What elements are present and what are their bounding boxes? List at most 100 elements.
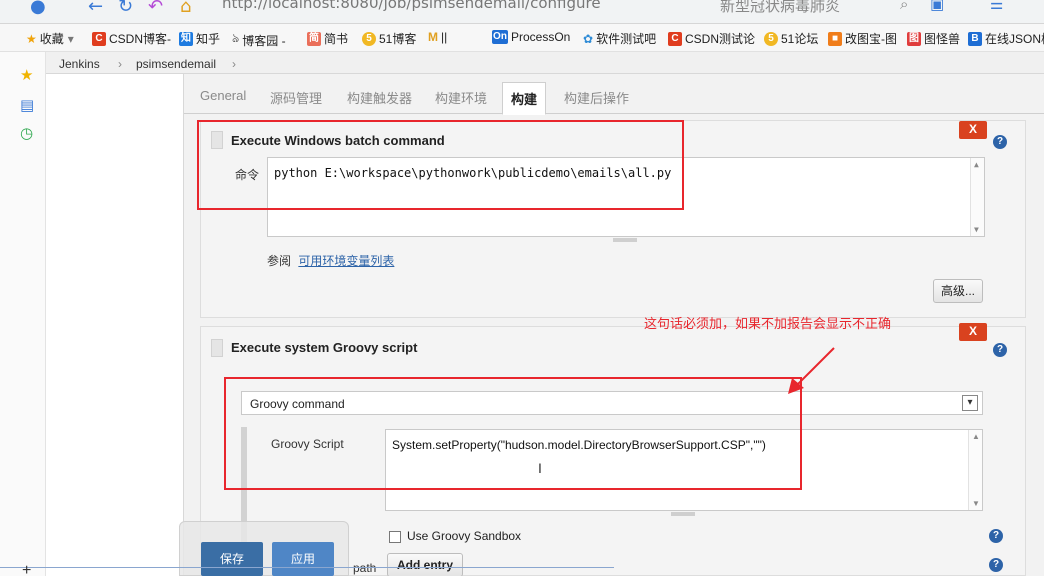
bookmark-cnblogs[interactable]: ঌ 博客园 - bbox=[232, 30, 286, 50]
browser-sidebar: ★ ▤ ◷ bbox=[0, 52, 46, 576]
back-icon[interactable]: ← bbox=[88, 0, 103, 17]
config-tabs: General 源码管理 构建触发器 构建环境 构建 构建后操作 bbox=[184, 80, 1044, 115]
chevron-down-icon: ▾ bbox=[67, 31, 74, 46]
plus-icon[interactable]: + bbox=[22, 562, 31, 576]
tab-environment[interactable]: 构建环境 bbox=[435, 88, 487, 107]
see-also-prefix: 参阅 bbox=[267, 254, 292, 268]
scroll-down-icon[interactable]: ▼ bbox=[974, 225, 979, 234]
bookmark-label: 博客园 - bbox=[242, 33, 286, 48]
csdn-icon: C bbox=[92, 31, 106, 46]
reading-list-icon[interactable]: ▤ bbox=[20, 96, 34, 114]
breadcrumb-separator: › bbox=[232, 57, 236, 71]
star-icon: ★ bbox=[26, 31, 37, 46]
jianshu-icon: 简 bbox=[307, 31, 321, 46]
refresh-icon[interactable]: ↻ bbox=[118, 0, 133, 17]
highlight-box-batch bbox=[197, 120, 684, 210]
extension-icon[interactable]: ▣ bbox=[930, 0, 944, 13]
bookmark-label: || bbox=[441, 30, 448, 44]
bookmark-label: 知乎 bbox=[196, 32, 221, 46]
m-icon: M bbox=[428, 30, 438, 44]
resize-grip[interactable] bbox=[671, 512, 695, 516]
address-bar[interactable]: http://localhost:8080/job/psimsendemail/… bbox=[222, 0, 601, 12]
scroll-up-icon[interactable]: ▲ bbox=[972, 432, 980, 441]
drag-handle[interactable] bbox=[211, 339, 223, 357]
browser-toolbar: ● ← ↻ ↶ ⌂ http://localhost:8080/job/psim… bbox=[0, 0, 1044, 24]
bookmark-csdn[interactable]: C CSDN博客- bbox=[92, 30, 171, 47]
tuguaishou-icon: 图 bbox=[907, 31, 921, 46]
home-icon[interactable]: ⌂ bbox=[180, 0, 191, 17]
bookmark-csdn-test[interactable]: C CSDN测试论 bbox=[668, 30, 755, 47]
scroll-down-icon[interactable]: ▼ bbox=[972, 499, 980, 508]
sandbox-checkbox[interactable] bbox=[389, 531, 401, 543]
bookmark-testba[interactable]: ✿ 软件测试吧 bbox=[583, 30, 656, 47]
csdn-icon: C bbox=[668, 31, 682, 46]
bookmark-51blog[interactable]: 5 51博客 bbox=[362, 30, 416, 47]
bookmark-gaitubao[interactable]: ■ 改图宝-图 bbox=[828, 30, 897, 47]
delete-step-button[interactable]: X bbox=[959, 121, 987, 139]
textarea-scrollbar[interactable]: ▲ ▼ bbox=[970, 158, 984, 236]
search-icon[interactable]: ⌕ bbox=[900, 0, 908, 13]
tab-triggers[interactable]: 构建触发器 bbox=[347, 88, 412, 107]
cnblogs-icon: ঌ bbox=[232, 31, 240, 45]
chevron-down-icon[interactable]: ▾ bbox=[962, 395, 978, 411]
breadcrumb-jenkins[interactable]: Jenkins bbox=[59, 57, 100, 71]
tools-icon[interactable]: ☰ bbox=[990, 0, 1003, 13]
bookmark-51forum[interactable]: 5 51论坛 bbox=[764, 30, 818, 47]
zhihu-icon: 知 bbox=[179, 31, 193, 46]
search-box[interactable]: 新型冠状病毒肺炎 bbox=[720, 0, 840, 16]
breadcrumb-job[interactable]: psimsendemail bbox=[136, 57, 216, 71]
bookmark-label: 51论坛 bbox=[781, 32, 819, 46]
sandbox-label: Use Groovy Sandbox bbox=[407, 529, 522, 543]
flower-icon: ✿ bbox=[583, 31, 594, 46]
breadcrumb: Jenkins › psimsendemail › bbox=[46, 52, 1044, 74]
bookmark-label: 在线JSON校 bbox=[985, 32, 1044, 46]
advanced-button[interactable]: 高级... bbox=[933, 279, 983, 303]
highlight-box-groovy bbox=[224, 377, 802, 490]
textarea-scrollbar[interactable]: ▲ ▼ bbox=[968, 430, 982, 510]
annotation-arrow-icon bbox=[788, 347, 835, 394]
classpath-label: path bbox=[353, 561, 377, 575]
processon-icon: On bbox=[492, 30, 508, 44]
bookmark-label: ProcessOn bbox=[511, 30, 571, 44]
bookmark-zhihu[interactable]: 知 知乎 bbox=[179, 30, 220, 47]
bookmark-label: 软件测试吧 bbox=[596, 32, 657, 46]
apply-button[interactable]: 应用 bbox=[272, 542, 334, 576]
favorites-star-icon[interactable]: ★ bbox=[20, 66, 33, 84]
bookmark-favorites[interactable]: ★ 收藏 ▾ bbox=[26, 30, 74, 47]
help-icon[interactable]: ? bbox=[993, 343, 1007, 357]
see-also-text: 参阅 可用环境变量列表 bbox=[267, 252, 394, 269]
bookmark-label: 图怪兽 bbox=[924, 32, 961, 46]
json-icon: B bbox=[968, 31, 982, 46]
bookmark-processon[interactable]: On ProcessOn bbox=[492, 30, 570, 44]
tab-scm[interactable]: 源码管理 bbox=[270, 88, 322, 107]
bookmark-m[interactable]: M || bbox=[428, 30, 447, 44]
bookmark-label: CSDN测试论 bbox=[685, 32, 756, 46]
browser-logo-icon[interactable]: ● bbox=[30, 0, 46, 17]
tab-general[interactable]: General bbox=[200, 88, 246, 103]
env-vars-link[interactable]: 可用环境变量列表 bbox=[298, 254, 394, 268]
delete-step-button[interactable]: X bbox=[959, 323, 987, 341]
step-title: Execute system Groovy script bbox=[231, 340, 418, 355]
undo-icon[interactable]: ↶ bbox=[148, 0, 163, 17]
help-icon[interactable]: ? bbox=[993, 135, 1007, 149]
bookmark-json[interactable]: B 在线JSON校 bbox=[968, 30, 1044, 47]
tab-post-build[interactable]: 构建后操作 bbox=[564, 88, 629, 107]
breadcrumb-separator: › bbox=[118, 57, 122, 71]
help-icon[interactable]: ? bbox=[989, 529, 1003, 543]
save-button[interactable]: 保存 bbox=[201, 542, 263, 576]
help-icon[interactable]: ? bbox=[989, 558, 1003, 572]
bookmark-label: 简书 bbox=[324, 32, 349, 46]
bookmark-tuguaishou[interactable]: 图 图怪兽 bbox=[907, 30, 960, 47]
51-icon: 5 bbox=[764, 31, 778, 46]
resize-grip[interactable] bbox=[613, 238, 637, 242]
divider-line bbox=[0, 567, 614, 568]
tab-build[interactable]: 构建 bbox=[502, 82, 547, 115]
history-clock-icon[interactable]: ◷ bbox=[20, 124, 33, 142]
add-entry-button[interactable]: Add entry bbox=[387, 553, 463, 576]
51cto-icon: 5 bbox=[362, 31, 376, 46]
bookmark-jianshu[interactable]: 简 简书 bbox=[307, 30, 348, 47]
bookmarks-bar: ★ 收藏 ▾ C CSDN博客- 知 知乎 ঌ 博客园 - 简 简书 5 51博… bbox=[0, 24, 1044, 52]
bookmark-label: 改图宝-图 bbox=[845, 32, 897, 46]
scroll-up-icon[interactable]: ▲ bbox=[974, 160, 979, 169]
annotation-note: 这句话必须加，如果不加报告会显示不正确 bbox=[644, 317, 892, 332]
